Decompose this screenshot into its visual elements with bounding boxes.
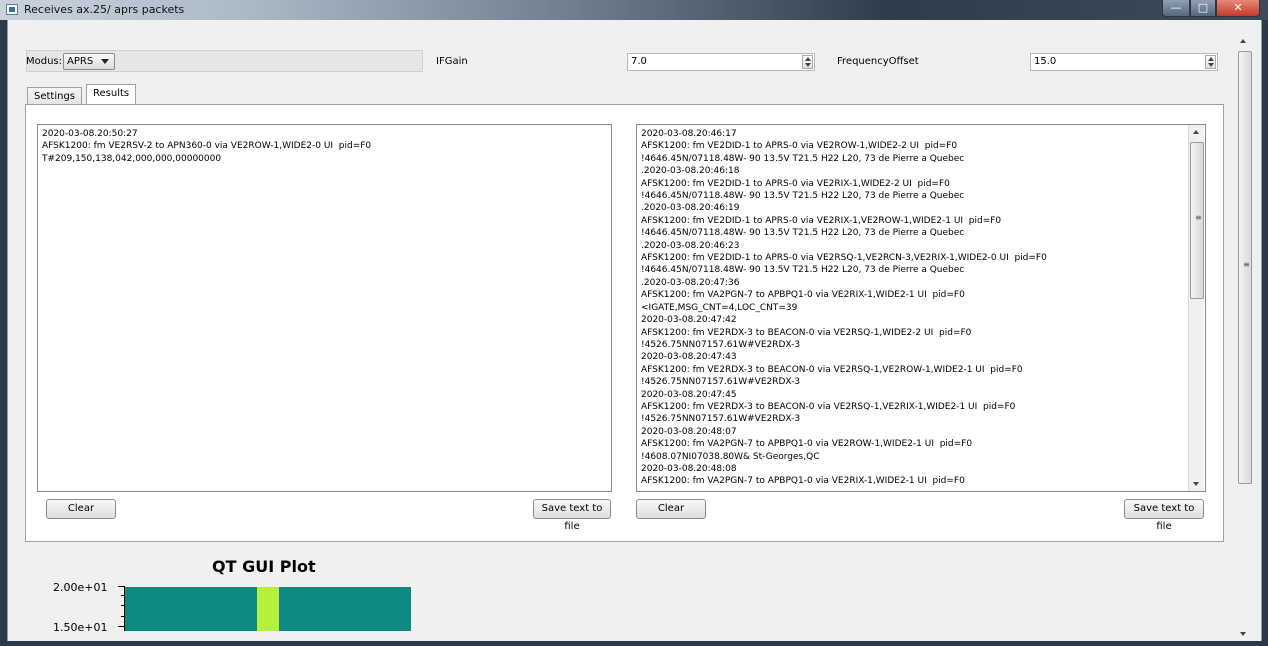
scroll-up-icon[interactable]: [1189, 125, 1204, 139]
right-output-scrollbar[interactable]: ≡: [1188, 125, 1204, 491]
left-clear-button[interactable]: Clear: [46, 499, 116, 519]
page-scroll-thumb[interactable]: ≡: [1238, 51, 1252, 484]
left-save-button[interactable]: Save text to file: [533, 499, 611, 532]
window-title: Receives ax.25/ aprs packets: [24, 3, 185, 16]
tab-results[interactable]: Results: [86, 84, 137, 105]
modus-dropdown[interactable]: APRS: [63, 53, 115, 70]
maximize-button[interactable]: □: [1190, 0, 1216, 17]
page-scrollbar[interactable]: ≡: [1236, 34, 1254, 641]
right-clear-button[interactable]: Clear: [636, 499, 706, 519]
minimize-button[interactable]: —: [1162, 0, 1190, 17]
right-output-text[interactable]: 2020-03-08.20:46:17 AFSK1200: fm VE2DID-…: [636, 124, 1206, 492]
scroll-up-icon[interactable]: [1236, 34, 1254, 48]
ifgain-spinbox[interactable]: 7.0: [627, 53, 815, 71]
plot-title: QT GUI Plot: [212, 557, 316, 576]
grip-icon: ≡: [1243, 260, 1250, 269]
y-tick-label: 1.50e+01: [53, 621, 108, 634]
grip-icon: ≡: [1195, 213, 1202, 222]
modus-label: Modus:: [26, 56, 63, 67]
modus-value: APRS: [67, 56, 94, 67]
scroll-down-icon[interactable]: [1189, 477, 1204, 491]
close-button[interactable]: ✕: [1216, 0, 1260, 17]
app-window-icon: [6, 4, 18, 15]
frequency-offset-spinbox[interactable]: 15.0: [1030, 53, 1218, 71]
main-window-content: Modus: APRS IFGain 7.0 FrequencyOffset 1…: [7, 20, 1262, 641]
ifgain-value: 7.0: [631, 56, 647, 67]
title-bar: Receives ax.25/ aprs packets — □ ✕: [0, 0, 1268, 20]
ifgain-label: IFGain: [436, 56, 468, 67]
spin-arrows-icon[interactable]: [802, 55, 813, 69]
frequency-offset-value: 15.0: [1034, 56, 1057, 67]
left-output-text[interactable]: 2020-03-08.20:50:27 AFSK1200: fm VE2RSV-…: [37, 124, 612, 492]
right-save-button[interactable]: Save text to file: [1124, 499, 1204, 532]
y-tick-label: 2.00e+01: [53, 581, 108, 594]
scroll-thumb[interactable]: ≡: [1190, 142, 1204, 299]
plot-highlight-band: [257, 587, 279, 631]
frequency-offset-label: FrequencyOffset: [837, 56, 919, 67]
spin-arrows-icon[interactable]: [1205, 55, 1216, 69]
scroll-down-icon[interactable]: [1236, 627, 1254, 641]
chevron-down-icon: [101, 59, 109, 64]
plot-canvas: [125, 587, 411, 631]
